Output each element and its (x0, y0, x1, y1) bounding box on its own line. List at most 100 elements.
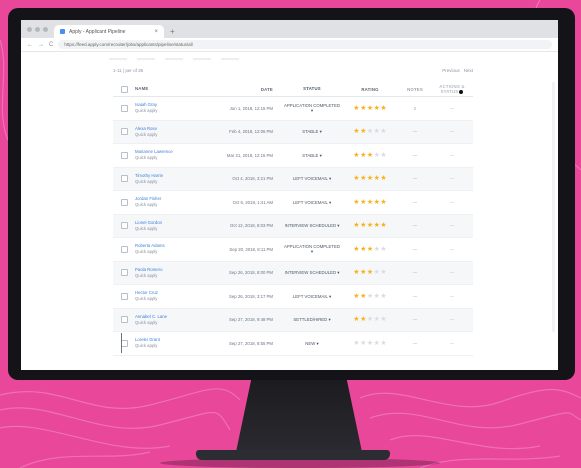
row-checkbox[interactable] (113, 222, 135, 230)
row-checkbox[interactable] (113, 175, 135, 183)
star-icon[interactable]: ★ (374, 175, 380, 182)
star-icon[interactable]: ★ (380, 152, 386, 159)
star-icon[interactable]: ★ (380, 293, 386, 300)
nav-item[interactable] (193, 58, 211, 60)
row-checkbox[interactable] (113, 292, 135, 300)
table-row[interactable]: Isaiah Gray Quick apply Jun 1, 2018, 12:15… (113, 97, 473, 121)
column-rating[interactable]: RATING (341, 87, 399, 92)
row-checkbox[interactable] (113, 104, 135, 112)
star-icon[interactable]: ★ (353, 152, 359, 159)
star-icon[interactable]: ★ (360, 175, 366, 182)
reload-icon[interactable]: C (49, 42, 53, 48)
star-icon[interactable]: ★ (380, 222, 386, 229)
star-icon[interactable]: ★ (367, 340, 373, 347)
star-icon[interactable]: ★ (360, 316, 366, 323)
actions-cell[interactable]: — (431, 176, 473, 181)
notes-count[interactable]: — (399, 153, 431, 158)
star-icon[interactable]: ★ (380, 199, 386, 206)
table-row[interactable]: Timothy Harrie Quick apply Oct 4, 2018, 3:… (113, 167, 473, 191)
notes-count[interactable]: — (399, 317, 431, 322)
table-row[interactable]: Marianne Lawrence Quick apply Mar 21, 2018… (113, 144, 473, 168)
star-icon[interactable]: ★ (353, 199, 359, 206)
rating-stars[interactable]: ★ ★ ★ ★ ★ (341, 340, 399, 347)
star-icon[interactable]: ★ (353, 340, 359, 347)
actions-cell[interactable]: — (431, 223, 473, 228)
table-row[interactable]: Paola Romero Quick apply Sep 26, 2018, 8:0… (113, 261, 473, 285)
scrollbar[interactable] (552, 82, 555, 332)
column-status[interactable]: STATUS (283, 86, 341, 91)
star-icon[interactable]: ★ (360, 246, 366, 253)
back-icon[interactable]: ← (27, 42, 33, 48)
table-row[interactable]: Lionel Gordon Quick apply Oct 12, 2018, 8:… (113, 214, 473, 238)
rating-stars[interactable]: ★ ★ ★ ★ ★ (341, 316, 399, 323)
star-icon[interactable]: ★ (360, 105, 366, 112)
star-icon[interactable]: ★ (360, 222, 366, 229)
row-checkbox[interactable] (113, 128, 135, 136)
status-dropdown[interactable]: STABLE ▾ (283, 153, 341, 158)
star-icon[interactable]: ★ (353, 246, 359, 253)
table-row[interactable]: Annabel C. Lane Quick apply Sep 27, 2018, … (113, 308, 473, 332)
nav-item[interactable] (221, 58, 239, 60)
table-row[interactable]: Roberta Adams Quick apply Sep 20, 2018, 8:… (113, 238, 473, 262)
star-icon[interactable]: ★ (374, 128, 380, 135)
star-icon[interactable]: ★ (380, 128, 386, 135)
status-dropdown[interactable]: LEFT VOICEMAIL ▾ (283, 176, 341, 181)
status-dropdown[interactable]: NEW ▾ (283, 341, 341, 346)
status-dropdown[interactable]: APPLICATION COMPLETED ▾ (283, 244, 341, 254)
row-checkbox[interactable] (113, 316, 135, 324)
table-row[interactable]: Jordan Fisher Quick apply Oct 6, 2018, 1:4… (113, 191, 473, 215)
star-icon[interactable]: ★ (380, 316, 386, 323)
star-icon[interactable]: ★ (367, 246, 373, 253)
star-icon[interactable]: ★ (353, 222, 359, 229)
actions-cell[interactable]: — (431, 200, 473, 205)
rating-stars[interactable]: ★ ★ ★ ★ ★ (341, 222, 399, 229)
star-icon[interactable]: ★ (374, 105, 380, 112)
rating-stars[interactable]: ★ ★ ★ ★ ★ (341, 175, 399, 182)
notes-count[interactable]: — (399, 200, 431, 205)
rating-stars[interactable]: ★ ★ ★ ★ ★ (341, 293, 399, 300)
close-icon[interactable]: × (154, 29, 158, 35)
star-icon[interactable]: ★ (360, 199, 366, 206)
star-icon[interactable]: ★ (353, 175, 359, 182)
star-icon[interactable]: ★ (380, 105, 386, 112)
new-tab-button[interactable]: + (164, 27, 181, 38)
status-dropdown[interactable]: LEFT VOICEMAIL ▾ (283, 200, 341, 205)
actions-cell[interactable]: — (431, 294, 473, 299)
status-dropdown[interactable]: SETTLED/HIRED ▾ (283, 317, 341, 322)
notes-count[interactable]: — (399, 247, 431, 252)
star-icon[interactable]: ★ (380, 246, 386, 253)
actions-cell[interactable]: — (431, 106, 473, 111)
star-icon[interactable]: ★ (353, 316, 359, 323)
star-icon[interactable]: ★ (360, 269, 366, 276)
star-icon[interactable]: ★ (380, 269, 386, 276)
notes-count[interactable]: — (399, 341, 431, 346)
forward-icon[interactable]: → (38, 42, 44, 48)
star-icon[interactable]: ★ (353, 293, 359, 300)
star-icon[interactable]: ★ (367, 105, 373, 112)
star-icon[interactable]: ★ (367, 199, 373, 206)
star-icon[interactable]: ★ (353, 128, 359, 135)
star-icon[interactable]: ★ (374, 316, 380, 323)
status-dropdown[interactable]: APPLICATION COMPLETED ▾ (283, 103, 341, 113)
rating-stars[interactable]: ★ ★ ★ ★ ★ (341, 105, 399, 112)
star-icon[interactable]: ★ (367, 293, 373, 300)
rating-stars[interactable]: ★ ★ ★ ★ ★ (341, 246, 399, 253)
star-icon[interactable]: ★ (367, 316, 373, 323)
star-icon[interactable]: ★ (360, 152, 366, 159)
star-icon[interactable]: ★ (367, 128, 373, 135)
actions-cell[interactable]: — (431, 153, 473, 158)
actions-cell[interactable]: — (431, 317, 473, 322)
status-dropdown[interactable]: STABLE ▾ (283, 129, 341, 134)
star-icon[interactable]: ★ (360, 293, 366, 300)
rating-stars[interactable]: ★ ★ ★ ★ ★ (341, 269, 399, 276)
nav-item[interactable] (109, 58, 127, 60)
column-actions[interactable]: ACTIONS & STATUS (431, 84, 473, 94)
star-icon[interactable]: ★ (360, 128, 366, 135)
next-page-link[interactable]: Next (464, 68, 473, 73)
row-checkbox[interactable] (113, 269, 135, 277)
star-icon[interactable]: ★ (367, 175, 373, 182)
row-checkbox[interactable] (113, 198, 135, 206)
row-checkbox[interactable] (113, 339, 135, 347)
star-icon[interactable]: ★ (374, 340, 380, 347)
nav-item[interactable] (165, 58, 183, 60)
